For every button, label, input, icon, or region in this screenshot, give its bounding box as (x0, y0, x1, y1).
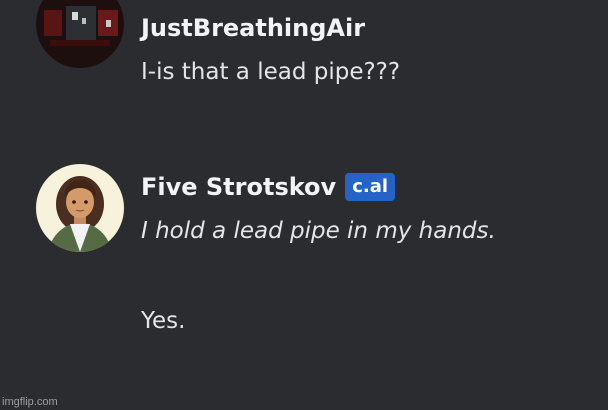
message-text: I hold a lead pipe in my hands. (141, 218, 496, 244)
author-row: Five Strotskov c.al (141, 172, 496, 202)
author-name[interactable]: Five Strotskov (141, 172, 336, 202)
message-text: Yes. (141, 308, 186, 334)
avatar[interactable] (36, 0, 124, 68)
message-five-strotskov: Five Strotskov c.al I hold a lead pipe i… (0, 150, 608, 380)
server-tag-badge[interactable]: c.al (345, 173, 396, 201)
user-avatar-image (36, 164, 124, 252)
avatar[interactable] (36, 164, 124, 252)
user-avatar-image (36, 0, 124, 68)
message-text: I-is that a lead pipe??? (141, 59, 401, 85)
message-justbreathingair: JustBreathingAir I-is that a lead pipe??… (0, 0, 608, 110)
imgflip-watermark: imgflip.com (2, 396, 58, 408)
author-name[interactable]: JustBreathingAir (141, 13, 400, 43)
